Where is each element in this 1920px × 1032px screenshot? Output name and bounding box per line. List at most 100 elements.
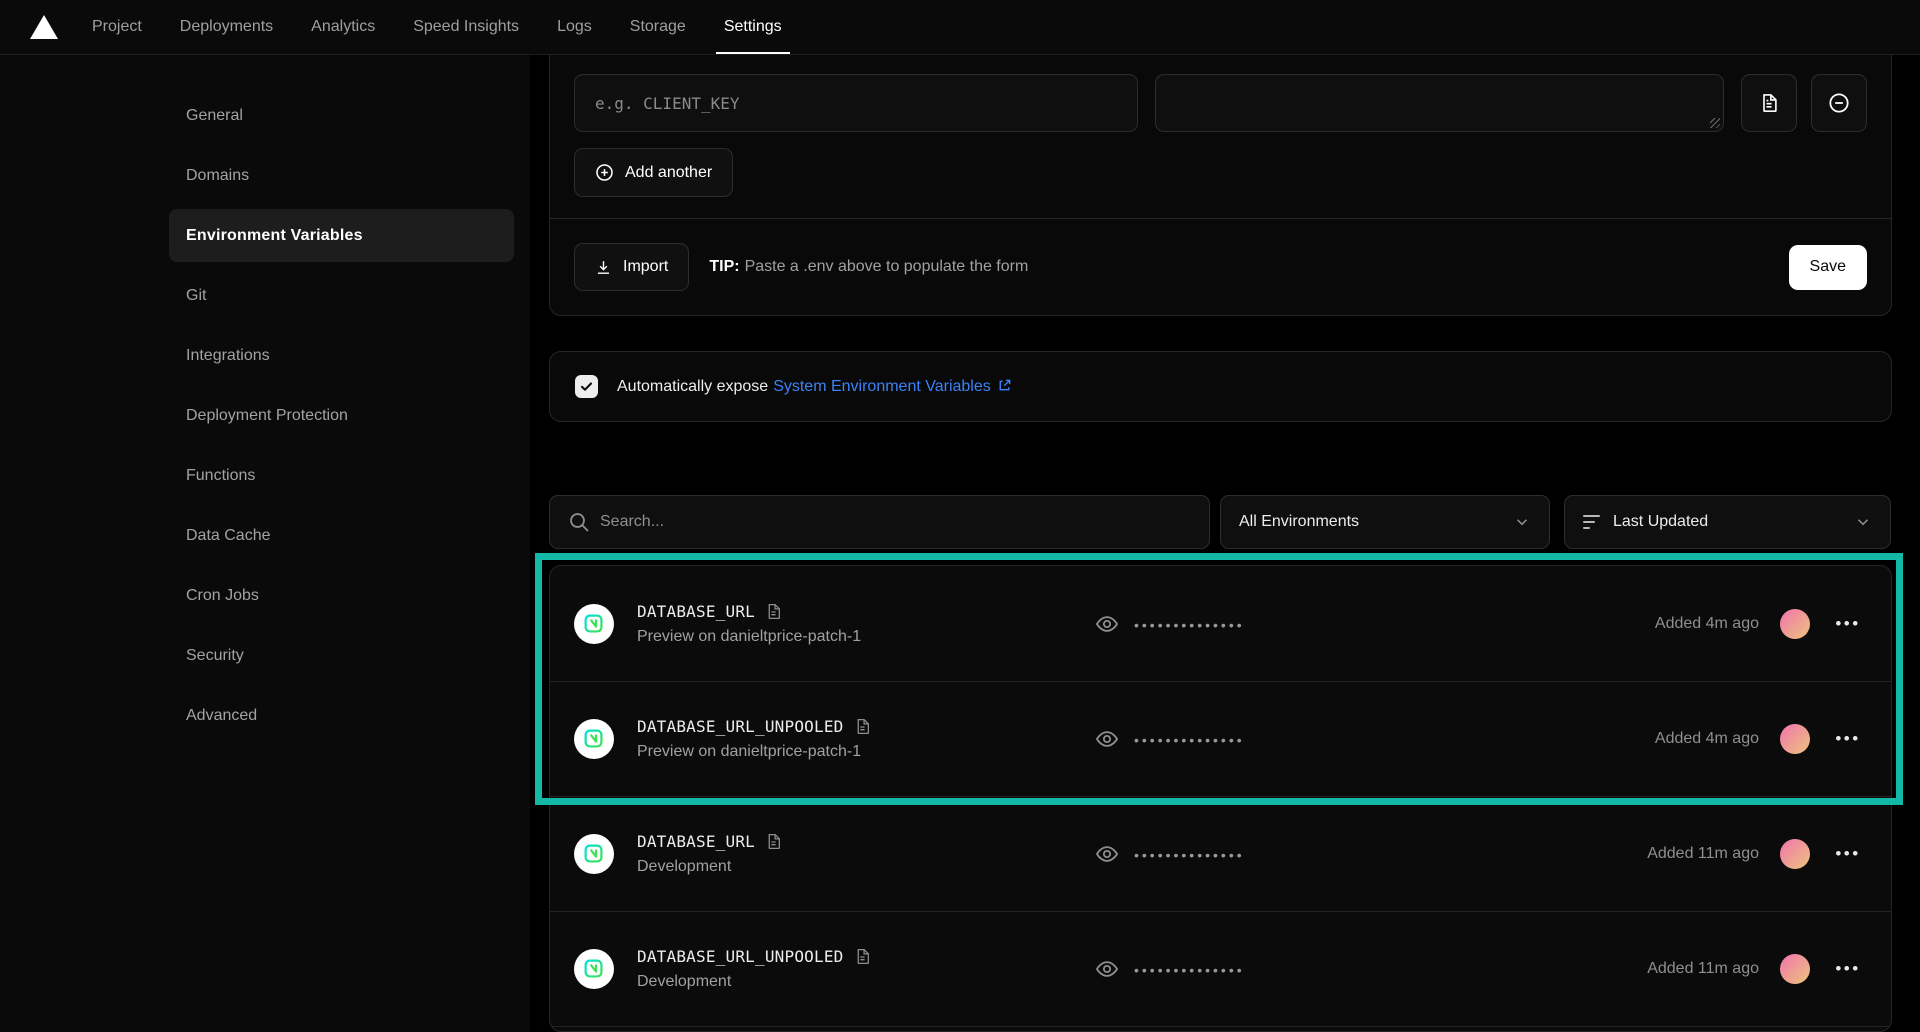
eye-icon[interactable]	[1095, 612, 1119, 636]
env-row-right: Added 4m ago •••	[1655, 609, 1867, 639]
row-menu-button[interactable]: •••	[1829, 844, 1867, 864]
env-form-inputs-row	[574, 74, 1867, 132]
env-value-input-wrap	[1155, 74, 1724, 132]
import-button[interactable]: Import	[574, 243, 689, 291]
env-name: DATABASE_URL	[637, 602, 755, 621]
sidebar-item-cron-jobs[interactable]: Cron Jobs	[169, 569, 514, 622]
settings-sidebar: General Domains Environment Variables Git In…	[0, 55, 530, 1032]
neon-logo-icon	[574, 604, 614, 644]
remove-env-row-button[interactable]	[1811, 74, 1867, 132]
env-value-masked: ••••••••••••••	[1095, 612, 1245, 636]
minus-circle-icon	[1828, 92, 1850, 114]
env-value-masked: ••••••••••••••	[1095, 957, 1245, 981]
nav-item-project[interactable]: Project	[92, 0, 142, 54]
env-variables-main: Add another Import TIP: Paste a .env abov…	[549, 55, 1892, 1032]
environment-filter-value: All Environments	[1239, 513, 1359, 531]
nav-item-analytics[interactable]: Analytics	[311, 0, 375, 54]
env-key-input[interactable]	[574, 74, 1138, 132]
add-another-label: Add another	[625, 164, 712, 182]
environment-filter-dropdown[interactable]: All Environments	[1220, 495, 1550, 549]
row-menu-button[interactable]: •••	[1829, 959, 1867, 979]
nav-item-logs[interactable]: Logs	[557, 0, 592, 54]
top-nav-items: Project Deployments Analytics Speed Insight…	[92, 0, 782, 54]
creator-avatar	[1780, 609, 1810, 639]
sidebar-item-advanced[interactable]: Advanced	[169, 689, 514, 742]
masked-value-dots: ••••••••••••••	[1134, 961, 1245, 977]
auto-expose-card: Automatically expose System Environment V…	[549, 351, 1892, 422]
copy-value-icon[interactable]	[765, 603, 782, 620]
env-variable-row: DATABASE_URL Development ••••••••••••••	[550, 796, 1891, 911]
sidebar-item-environment-variables[interactable]: Environment Variables	[169, 209, 514, 262]
sidebar-item-security[interactable]: Security	[169, 629, 514, 682]
env-name: DATABASE_URL	[637, 832, 755, 851]
sidebar-item-data-cache[interactable]: Data Cache	[169, 509, 514, 562]
sort-value: Last Updated	[1613, 513, 1708, 531]
env-variables-list: DATABASE_URL Preview on danieltprice-pat…	[549, 565, 1892, 1032]
copy-value-icon[interactable]	[854, 948, 871, 965]
sidebar-item-domains[interactable]: Domains	[169, 149, 514, 202]
vercel-logo-icon[interactable]	[30, 15, 58, 39]
env-form-card: Add another Import TIP: Paste a .env abov…	[549, 55, 1892, 316]
search-input[interactable]	[549, 495, 1210, 549]
import-label: Import	[623, 258, 668, 276]
auto-expose-prefix: Automatically expose	[617, 378, 768, 395]
sort-lines-icon	[1583, 515, 1600, 529]
nav-item-deployments[interactable]: Deployments	[180, 0, 273, 54]
added-time: Added 4m ago	[1655, 730, 1759, 748]
masked-value-dots: ••••••••••••••	[1134, 846, 1245, 862]
eye-icon[interactable]	[1095, 727, 1119, 751]
env-target: Preview on danieltprice-patch-1	[637, 628, 1095, 646]
row-menu-button[interactable]: •••	[1829, 729, 1867, 749]
creator-avatar	[1780, 954, 1810, 984]
neon-logo-icon	[574, 834, 614, 874]
sidebar-item-git[interactable]: Git	[169, 269, 514, 322]
add-another-button[interactable]: Add another	[574, 148, 733, 197]
eye-icon[interactable]	[1095, 842, 1119, 866]
env-target: Development	[637, 973, 1095, 991]
sidebar-item-deployment-protection[interactable]: Deployment Protection	[169, 389, 514, 442]
env-value-input[interactable]	[1155, 74, 1724, 132]
sidebar-item-general[interactable]: General	[169, 89, 514, 142]
env-form-footer: Import TIP: Paste a .env above to populat…	[550, 218, 1891, 315]
system-env-vars-link-label: System Environment Variables	[773, 378, 991, 395]
nav-item-storage[interactable]: Storage	[630, 0, 686, 54]
system-env-vars-link[interactable]: System Environment Variables	[773, 378, 1012, 395]
env-value-masked: ••••••••••••••	[1095, 842, 1245, 866]
added-time: Added 11m ago	[1647, 960, 1759, 978]
tip-text: Paste a .env above to populate the form	[745, 258, 1029, 275]
env-name: DATABASE_URL_UNPOOLED	[637, 947, 844, 966]
sidebar-item-integrations[interactable]: Integrations	[169, 329, 514, 382]
chevron-down-icon	[1513, 513, 1531, 531]
nav-item-speed-insights[interactable]: Speed Insights	[413, 0, 519, 54]
external-link-icon	[997, 378, 1012, 393]
save-button[interactable]: Save	[1789, 245, 1867, 290]
env-variable-row: DATABASE_URL Preview on danieltprice-pat…	[550, 566, 1891, 681]
sidebar-item-functions[interactable]: Functions	[169, 449, 514, 502]
paste-env-file-button[interactable]	[1741, 74, 1797, 132]
env-row-right: Added 11m ago •••	[1647, 839, 1867, 869]
row-menu-button[interactable]: •••	[1829, 614, 1867, 634]
env-filters-row: All Environments Last Updated	[549, 495, 1892, 549]
copy-value-icon[interactable]	[765, 833, 782, 850]
search-icon	[567, 510, 591, 534]
env-row-right: Added 11m ago •••	[1647, 954, 1867, 984]
copy-value-icon[interactable]	[854, 718, 871, 735]
env-target: Development	[637, 858, 1095, 876]
masked-value-dots: ••••••••••••••	[1134, 616, 1245, 632]
env-row-right: Added 4m ago •••	[1655, 724, 1867, 754]
eye-icon[interactable]	[1095, 957, 1119, 981]
env-row-text: DATABASE_URL_UNPOOLED Preview on danielt…	[637, 717, 1095, 761]
chevron-down-icon	[1854, 513, 1872, 531]
env-import-tip: TIP: Paste a .env above to populate the f…	[709, 258, 1028, 276]
env-name: DATABASE_URL_UNPOOLED	[637, 717, 844, 736]
file-text-icon	[1759, 93, 1779, 113]
auto-expose-label: Automatically expose System Environment V…	[617, 378, 1012, 396]
search-wrap	[549, 495, 1210, 549]
tip-label: TIP:	[709, 258, 739, 275]
auto-expose-checkbox[interactable]	[575, 375, 598, 398]
env-variable-row-partial	[550, 1026, 1891, 1032]
plus-circle-icon	[595, 163, 614, 182]
env-row-text: DATABASE_URL Development	[637, 832, 1095, 876]
nav-item-settings[interactable]: Settings	[724, 0, 782, 54]
sort-dropdown[interactable]: Last Updated	[1564, 495, 1891, 549]
